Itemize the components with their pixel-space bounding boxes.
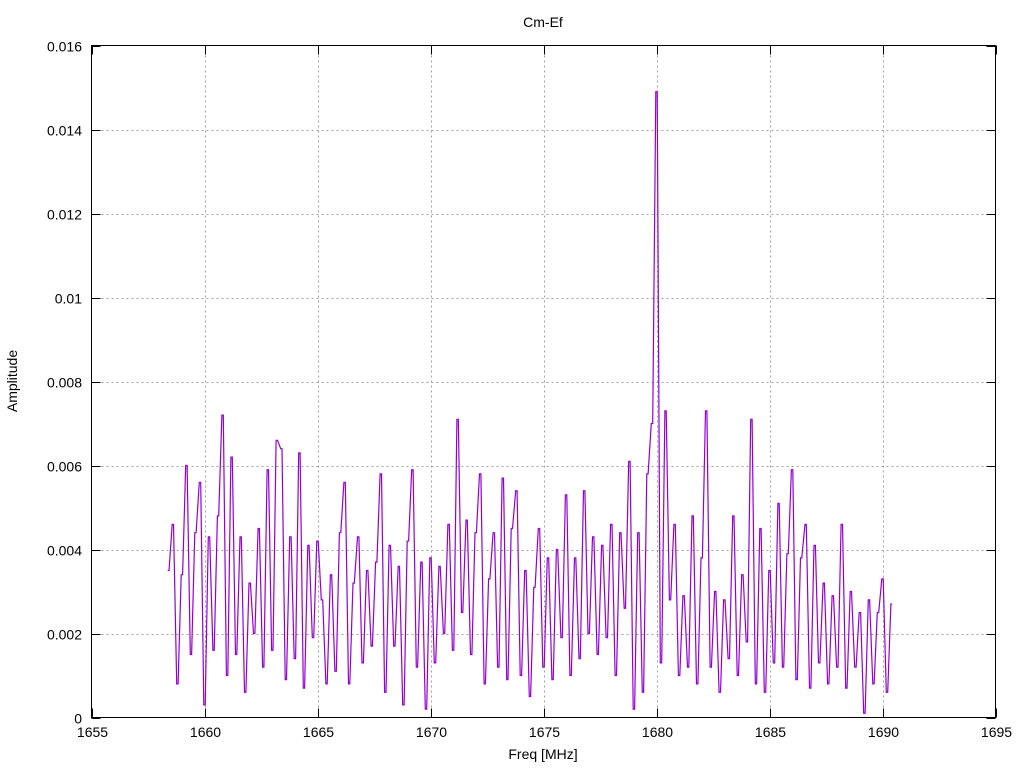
- series-layer: [167, 91, 893, 714]
- x-tick-label: 1685: [755, 724, 786, 740]
- y-tick-label: 0.016: [47, 39, 82, 55]
- y-tick-label: 0.004: [47, 543, 82, 559]
- x-tick-label: 1670: [416, 724, 447, 740]
- x-tick-label: 1680: [642, 724, 673, 740]
- y-axis-label: Amplitude: [4, 350, 20, 412]
- y-tick-label: 0.008: [47, 375, 82, 391]
- y-tick-label: 0.012: [47, 207, 82, 223]
- x-axis-label: Freq [MHz]: [508, 746, 577, 762]
- series-line-cm-ef: [167, 91, 893, 714]
- y-tick-label: 0.01: [55, 291, 82, 307]
- chart: 1655 1660 1665 1670 1675 1680 1685 1690 169500.0…: [4, 14, 1012, 762]
- x-tick-label: 1675: [529, 724, 560, 740]
- plot-border: [91, 45, 996, 718]
- chart-title: Cm-Ef: [523, 14, 563, 30]
- x-tick-label: 1665: [303, 724, 334, 740]
- y-tick-label: 0.006: [47, 459, 82, 475]
- x-tick-label: 1660: [190, 724, 221, 740]
- x-tick-label: 1695: [981, 724, 1012, 740]
- x-tick-label: 1690: [868, 724, 899, 740]
- y-tick-label: 0.002: [47, 627, 82, 643]
- grid: [91, 45, 996, 718]
- y-tick-label: 0: [74, 711, 82, 727]
- y-tick-label: 0.014: [47, 123, 82, 139]
